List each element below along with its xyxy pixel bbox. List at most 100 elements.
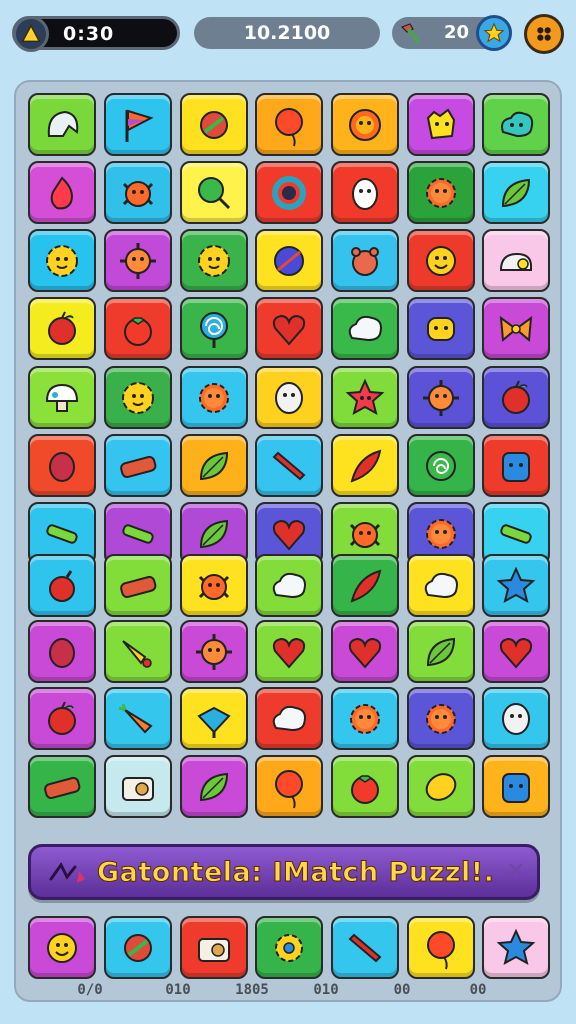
board-tile[interactable]: [482, 687, 550, 750]
board-tile[interactable]: [407, 687, 475, 750]
board-tile[interactable]: [28, 434, 96, 497]
board-tile[interactable]: [255, 434, 323, 497]
board-tile[interactable]: [180, 161, 248, 224]
board-tile[interactable]: [407, 620, 475, 683]
close-icon[interactable]: ✕: [505, 861, 527, 883]
star-badge[interactable]: [476, 15, 512, 51]
board-tile[interactable]: [28, 554, 96, 617]
board-tile[interactable]: [255, 755, 323, 818]
slot-label: 1805: [235, 982, 269, 998]
board-tile[interactable]: [407, 434, 475, 497]
board-tile[interactable]: [482, 229, 550, 292]
board-tile[interactable]: [104, 229, 172, 292]
menu-button[interactable]: [524, 14, 564, 54]
board-tile[interactable]: [104, 554, 172, 617]
board-tile[interactable]: [180, 297, 248, 360]
title-banner: Gatontela: IMatch Puzzl!. ✕: [28, 844, 540, 900]
board-tile[interactable]: [104, 93, 172, 156]
board-tile[interactable]: [331, 554, 399, 617]
gear-face-icon: [199, 382, 229, 413]
cat-icon: [426, 108, 456, 139]
board-tile[interactable]: [255, 916, 323, 979]
board-tile[interactable]: [28, 93, 96, 156]
board-tile[interactable]: [482, 916, 550, 979]
board-tile[interactable]: [407, 229, 475, 292]
board-tile[interactable]: [407, 916, 475, 979]
board-tile[interactable]: [255, 687, 323, 750]
board-tile[interactable]: [482, 297, 550, 360]
board-tile[interactable]: [180, 687, 248, 750]
board-tile[interactable]: [482, 620, 550, 683]
board-tile[interactable]: [482, 161, 550, 224]
board-tile[interactable]: [180, 229, 248, 292]
top-hud: 0:30 10.2100 20: [12, 14, 564, 56]
board-tile[interactable]: [331, 229, 399, 292]
board-tile[interactable]: [104, 297, 172, 360]
board-tile[interactable]: [331, 93, 399, 156]
moves-value: 20: [444, 22, 470, 43]
board-tile[interactable]: [331, 161, 399, 224]
board-tile[interactable]: [28, 755, 96, 818]
board-tile[interactable]: [180, 366, 248, 429]
board-tile[interactable]: [255, 297, 323, 360]
sun-face-icon: [122, 381, 154, 414]
board-tile[interactable]: [104, 687, 172, 750]
board-tile[interactable]: [482, 366, 550, 429]
flame-icon: [50, 175, 73, 209]
board-tile[interactable]: [104, 434, 172, 497]
crayon-icon: [348, 933, 382, 962]
board-tile[interactable]: [104, 161, 172, 224]
board-tile[interactable]: [180, 434, 248, 497]
board-tile[interactable]: [104, 755, 172, 818]
banner-title: Gatontela: IMatch Puzzl!.: [96, 857, 495, 889]
board-tile[interactable]: [104, 620, 172, 683]
board-tile[interactable]: [28, 687, 96, 750]
tomato-icon: [124, 316, 152, 346]
board-tile[interactable]: [180, 755, 248, 818]
board-tile[interactable]: [407, 755, 475, 818]
board-tile[interactable]: [255, 161, 323, 224]
cloud-face-icon: [501, 111, 534, 137]
cloud-icon: [424, 572, 458, 598]
board-tile[interactable]: [407, 93, 475, 156]
board-tile[interactable]: [331, 687, 399, 750]
board-tile[interactable]: [331, 366, 399, 429]
board-tile[interactable]: [180, 620, 248, 683]
heart-icon: [272, 637, 306, 669]
board-tile[interactable]: [28, 297, 96, 360]
board-tile[interactable]: [331, 434, 399, 497]
board-tile[interactable]: [255, 554, 323, 617]
board-tile[interactable]: [180, 554, 248, 617]
board-tile[interactable]: [28, 161, 96, 224]
board-tile[interactable]: [407, 366, 475, 429]
board-tile[interactable]: [255, 366, 323, 429]
board-tile[interactable]: [104, 916, 172, 979]
bone-icon: [46, 523, 78, 544]
board-tile[interactable]: [482, 93, 550, 156]
board-tile[interactable]: [482, 554, 550, 617]
board-tile[interactable]: [407, 554, 475, 617]
leaf-icon: [501, 178, 531, 207]
board-tile[interactable]: [180, 93, 248, 156]
board-tile[interactable]: [331, 916, 399, 979]
board-tile[interactable]: [180, 916, 248, 979]
board-tile[interactable]: [331, 297, 399, 360]
board-tile[interactable]: [28, 916, 96, 979]
board-tile[interactable]: [407, 297, 475, 360]
board-tile[interactable]: [407, 161, 475, 224]
board-tile[interactable]: [255, 620, 323, 683]
board-tile[interactable]: [331, 620, 399, 683]
lollipop-icon: [198, 176, 231, 209]
board-tile[interactable]: [104, 366, 172, 429]
board-tile[interactable]: [28, 366, 96, 429]
board-tile[interactable]: [255, 229, 323, 292]
heart-icon: [348, 637, 382, 669]
top-icon: [197, 706, 231, 738]
board-tile[interactable]: [482, 755, 550, 818]
board-tile[interactable]: [28, 229, 96, 292]
board-tile[interactable]: [482, 434, 550, 497]
board-tile[interactable]: [331, 755, 399, 818]
gear-face-icon: [350, 703, 380, 734]
board-tile[interactable]: [255, 93, 323, 156]
board-tile[interactable]: [28, 620, 96, 683]
